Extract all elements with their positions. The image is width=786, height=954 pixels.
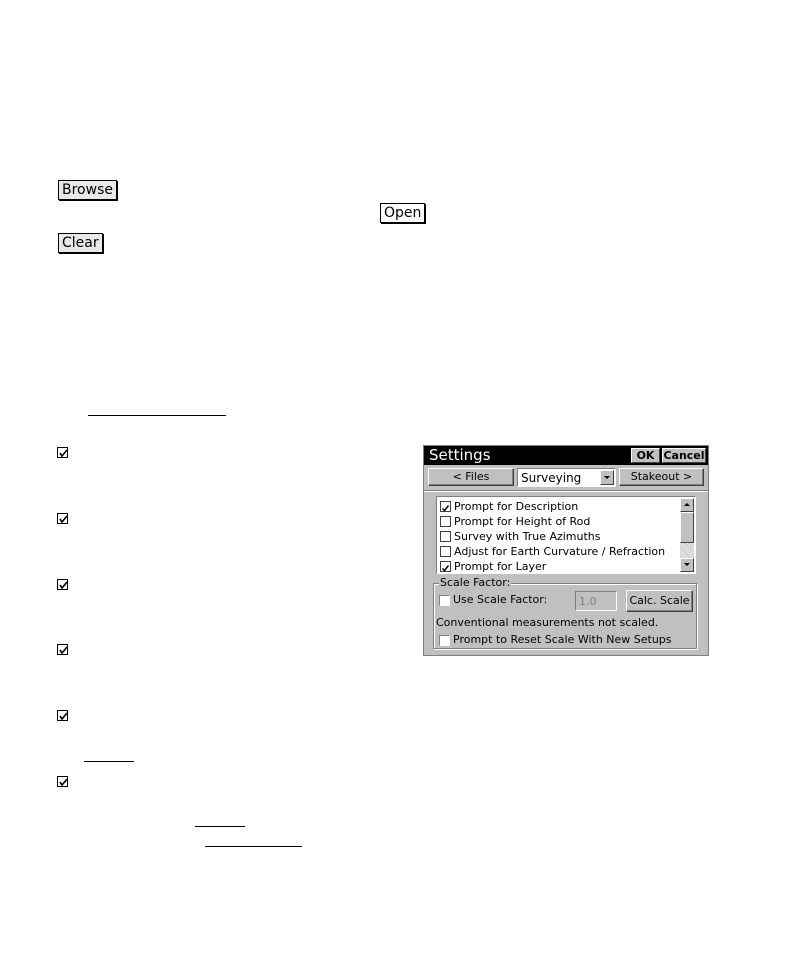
checkbox-unchecked[interactable] bbox=[440, 531, 451, 542]
dialog-title: Settings bbox=[429, 446, 491, 464]
option-label: Prompt for Height of Rod bbox=[454, 515, 591, 528]
option-label: Adjust for Earth Curvature / Refraction bbox=[454, 545, 666, 558]
checked-box-icon bbox=[57, 776, 68, 787]
options-list: Prompt for Description Prompt for Height… bbox=[436, 496, 696, 574]
vertical-scrollbar[interactable] bbox=[680, 498, 694, 572]
scale-factor-group-title: Scale Factor: bbox=[439, 576, 512, 590]
checkbox-checked[interactable] bbox=[440, 501, 451, 512]
checkbox-checked[interactable] bbox=[440, 561, 451, 572]
option-label: Survey with True Azimuths bbox=[454, 530, 601, 543]
scale-factor-input[interactable] bbox=[575, 591, 617, 611]
separator bbox=[424, 490, 708, 492]
dialog-titlebar: Settings OK Cancel bbox=[424, 446, 708, 465]
checkbox-unchecked[interactable] bbox=[440, 516, 451, 527]
browse-button[interactable]: Browse bbox=[58, 180, 117, 200]
ok-button[interactable]: OK bbox=[631, 448, 660, 463]
reset-scale-checkbox[interactable] bbox=[439, 635, 450, 646]
scroll-down-arrow-icon[interactable] bbox=[680, 558, 694, 572]
calc-scale-button[interactable]: Calc. Scale bbox=[626, 590, 693, 612]
cancel-button[interactable]: Cancel bbox=[662, 448, 706, 463]
scale-factor-group: Scale Factor: Use Scale Factor: Calc. Sc… bbox=[433, 576, 697, 649]
scale-status-text: Conventional measurements not scaled. bbox=[436, 616, 659, 629]
page-select-value: Surveying bbox=[521, 471, 582, 485]
prev-files-button[interactable]: < Files bbox=[428, 468, 514, 486]
settings-dialog: Settings OK Cancel < Files Surveying Sta… bbox=[423, 445, 709, 656]
checked-box-icon bbox=[57, 710, 68, 721]
blank-underline bbox=[205, 846, 302, 847]
blank-underline bbox=[84, 761, 134, 762]
open-button[interactable]: Open bbox=[380, 203, 426, 223]
checked-box-icon bbox=[57, 644, 68, 655]
checked-box-icon bbox=[57, 447, 68, 458]
clear-button[interactable]: Clear bbox=[58, 233, 103, 253]
next-stakeout-button[interactable]: Stakeout > bbox=[619, 468, 704, 486]
checked-box-icon bbox=[57, 579, 68, 590]
use-scale-factor-checkbox[interactable] bbox=[439, 595, 450, 606]
scroll-up-arrow-icon[interactable] bbox=[680, 498, 694, 512]
checkbox-unchecked[interactable] bbox=[440, 546, 451, 557]
checked-box-icon bbox=[57, 513, 68, 524]
scroll-thumb[interactable] bbox=[680, 512, 694, 543]
use-scale-factor-label: Use Scale Factor: bbox=[453, 593, 548, 606]
reset-scale-label: Prompt to Reset Scale With New Setups bbox=[453, 633, 672, 646]
option-label: Prompt for Description bbox=[454, 500, 579, 513]
option-label: Prompt for Layer bbox=[454, 560, 547, 573]
blank-underline bbox=[195, 826, 245, 827]
page-select[interactable]: Surveying bbox=[517, 468, 616, 487]
blank-underline bbox=[88, 415, 226, 416]
dropdown-arrow-icon[interactable] bbox=[600, 470, 614, 485]
